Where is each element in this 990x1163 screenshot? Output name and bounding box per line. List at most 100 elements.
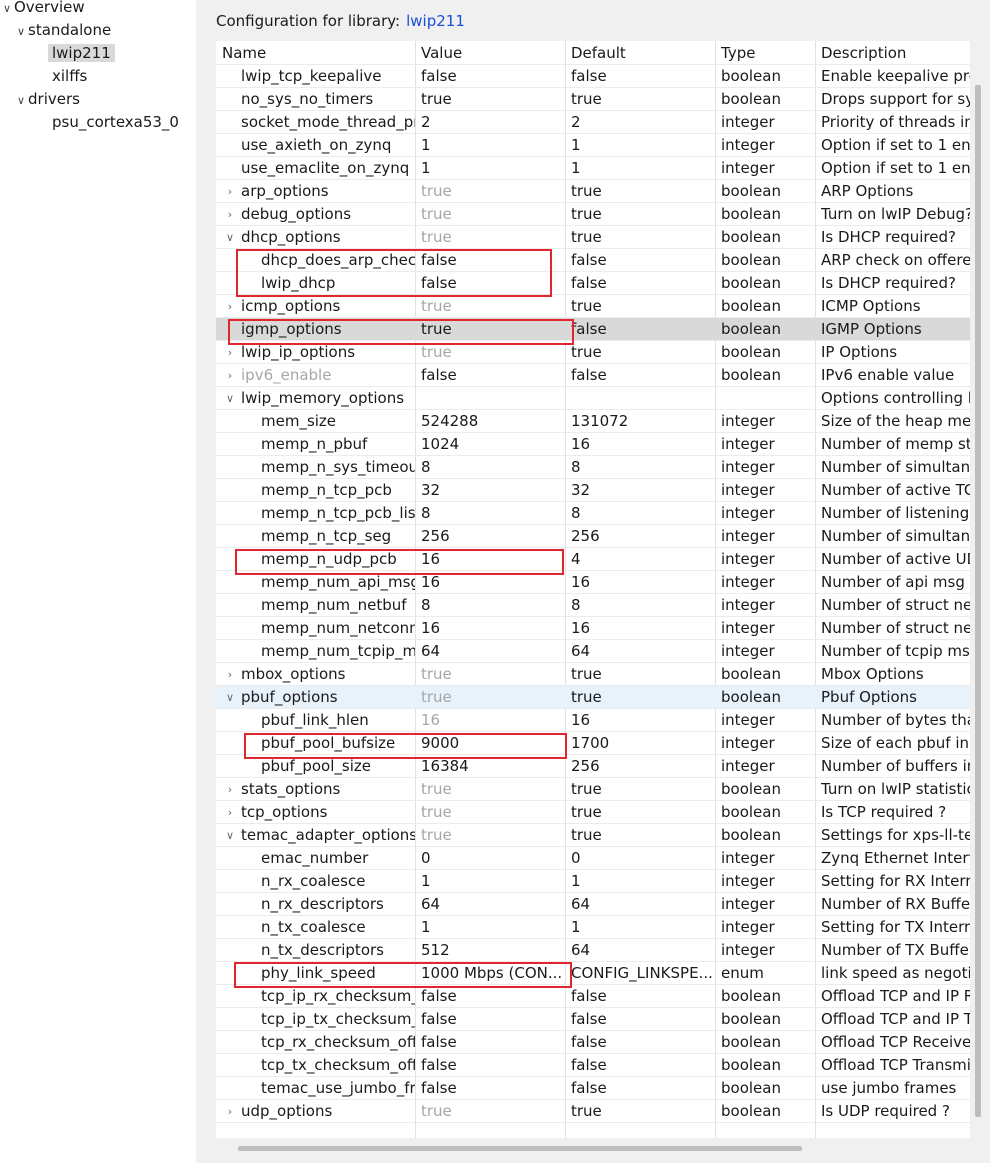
chevron-right-icon[interactable]: › [224,203,236,225]
table-row[interactable]: memp_num_netbuf 8 8 integer Number of struct… [216,594,970,617]
column-header-default[interactable]: Default [571,42,714,64]
chevron-down-icon[interactable]: ∨ [0,0,14,20]
tree-item-xilffs[interactable]: xilffs [38,65,87,88]
cell-value[interactable]: 2 [421,111,564,133]
cell-value[interactable]: true [421,226,564,248]
cell-value[interactable]: true [421,203,564,225]
table-row[interactable]: tcp_ip_tx_checksum_offload false false bool… [216,1008,970,1031]
cell-value[interactable]: false [421,1054,564,1076]
table-row[interactable]: no_sys_no_timers true true boolean Drops sup… [216,88,970,111]
cell-value[interactable]: 8 [421,594,564,616]
cell-value[interactable]: 16 [421,709,564,731]
table-row[interactable]: n_tx_coalesce 1 1 integer Setting for TX Int… [216,916,970,939]
table-row[interactable]: tcp_rx_checksum_offload false false boolean… [216,1031,970,1054]
cell-value[interactable]: 1 [421,157,564,179]
cell-value[interactable]: 1 [421,870,564,892]
table-row[interactable]: pbuf_pool_bufsize 9000 1700 integer Size of … [216,732,970,755]
cell-value[interactable]: 64 [421,893,564,915]
cell-value[interactable]: 64 [421,640,564,662]
table-row[interactable]: lwip_dhcp false false boolean Is DHCP requir… [216,272,970,295]
table-row[interactable]: pbuf_link_hlen 16 16 integer Number of bytes… [216,709,970,732]
cell-value[interactable]: 1000 Mbps (CON... [421,962,564,984]
chevron-down-icon[interactable]: ∨ [224,387,236,409]
cell-value[interactable]: false [421,1008,564,1030]
table-row[interactable]: igmp_options true false boolean IGMP Options [216,318,970,341]
chevron-down-icon[interactable]: ∨ [224,686,236,708]
table-row[interactable]: › ipv6_enable false false boolean IPv6 enable… [216,364,970,387]
table-row[interactable]: temac_use_jumbo_frames false false boolean u… [216,1077,970,1100]
cell-value[interactable]: true [421,663,564,685]
tree-item-drivers[interactable]: ∨ drivers [14,88,80,111]
table-row[interactable]: › mbox_options true true boolean Mbox Options [216,663,970,686]
cell-value[interactable]: true [421,180,564,202]
cell-value[interactable]: 9000 [421,732,564,754]
chevron-down-icon[interactable]: ∨ [224,226,236,248]
cell-value[interactable]: 8 [421,456,564,478]
chevron-right-icon[interactable]: › [224,364,236,386]
cell-value[interactable]: false [421,1031,564,1053]
chevron-right-icon[interactable]: › [224,778,236,800]
cell-value[interactable]: 32 [421,479,564,501]
cell-value[interactable]: true [421,824,564,846]
cell-value[interactable]: false [421,272,564,294]
column-header-value[interactable]: Value [421,42,564,64]
table-row[interactable]: memp_n_sys_timeout 8 8 integer Number of sim… [216,456,970,479]
chevron-right-icon[interactable]: › [224,663,236,685]
cell-value[interactable]: true [421,778,564,800]
cell-value[interactable]: true [421,318,564,340]
table-row[interactable]: ∨ temac_adapter_options true true boolean Set… [216,824,970,847]
chevron-right-icon[interactable]: › [224,180,236,202]
cell-value[interactable]: false [421,985,564,1007]
table-row[interactable]: emac_number 00 integer Zynq Ethernet Interf… [216,847,970,870]
table-row[interactable]: memp_n_udp_pcb 16 4 integer Number of active… [216,548,970,571]
cell-value[interactable]: false [421,249,564,271]
table-row[interactable]: memp_n_tcp_pcb 32 32 integer Number of activ… [216,479,970,502]
table-row[interactable]: tcp_tx_checksum_offload false false boolean… [216,1054,970,1077]
tree-item-standalone[interactable]: ∨ standalone [14,19,111,42]
cell-value[interactable]: true [421,1100,564,1122]
cell-value[interactable]: 8 [421,502,564,524]
tree-item-lwip211[interactable]: lwip211 [38,42,115,65]
chevron-down-icon[interactable]: ∨ [14,89,28,112]
table-row[interactable]: memp_n_tcp_seg 256 256 integer Number of sim… [216,525,970,548]
tree-item-psu-cortexa53-0[interactable]: psu_cortexa53_0 [38,111,179,134]
cell-value[interactable]: 1 [421,134,564,156]
vertical-scrollbar[interactable] [975,85,981,1117]
chevron-right-icon[interactable]: › [224,295,236,317]
table-row[interactable]: › tcp_options true true boolean Is TCP requir… [216,801,970,824]
cell-value[interactable]: 16 [421,548,564,570]
cell-value[interactable]: true [421,801,564,823]
column-header-type[interactable]: Type [721,42,814,64]
cell-value[interactable]: true [421,295,564,317]
table-row[interactable]: memp_num_api_msg 16 16 integer Number of api… [216,571,970,594]
table-row[interactable]: use_axieth_on_zynq 1 1 integer Option if set… [216,134,970,157]
table-row[interactable]: › stats_options true true boolean Turn on lwI… [216,778,970,801]
cell-value[interactable]: true [421,88,564,110]
table-row[interactable]: mem_size 524288 131072 integer Size of the h… [216,410,970,433]
table-row[interactable]: n_rx_coalesce 1 1 integer Setting for RX Int… [216,870,970,893]
table-row[interactable]: memp_num_netconn 16 16 integer Number of str… [216,617,970,640]
chevron-right-icon[interactable]: › [224,341,236,363]
table-row[interactable]: › lwip_ip_options true true boolean IP Option… [216,341,970,364]
tree-item-overview[interactable]: ∨ Overview [0,0,85,19]
cell-value[interactable]: false [421,1077,564,1099]
table-row[interactable]: dhcp_does_arp_check false false boolean ARP … [216,249,970,272]
cell-value[interactable]: 1024 [421,433,564,455]
column-header-name[interactable]: Name [222,42,421,64]
table-row[interactable]: use_emaclite_on_zynq 1 1 integer Option if s… [216,157,970,180]
table-row[interactable]: memp_n_tcp_pcb_listen 88 integer Number of … [216,502,970,525]
table-row[interactable]: socket_mode_thread_prio 2 2 integer Priority… [216,111,970,134]
table-row[interactable]: phy_link_speed 1000 Mbps (CON... CONFIG_LI… [216,962,970,985]
cell-value[interactable]: 1 [421,916,564,938]
table-row[interactable]: › icmp_options true true boolean ICMP Options [216,295,970,318]
chevron-right-icon[interactable]: › [224,801,236,823]
cell-value[interactable]: 512 [421,939,564,961]
cell-value[interactable]: 16384 [421,755,564,777]
cell-value[interactable]: 16 [421,571,564,593]
cell-value[interactable]: false [421,65,564,87]
table-row[interactable]: n_tx_descriptors 512 64 integer Number of TX… [216,939,970,962]
table-row[interactable]: › debug_options true true boolean Turn on lwI… [216,203,970,226]
table-row[interactable]: ∨ pbuf_options true true boolean Pbuf Options [216,686,970,709]
cell-value[interactable]: 524288 [421,410,564,432]
table-row[interactable]: ∨ dhcp_options true true boolean Is DHCP requ… [216,226,970,249]
